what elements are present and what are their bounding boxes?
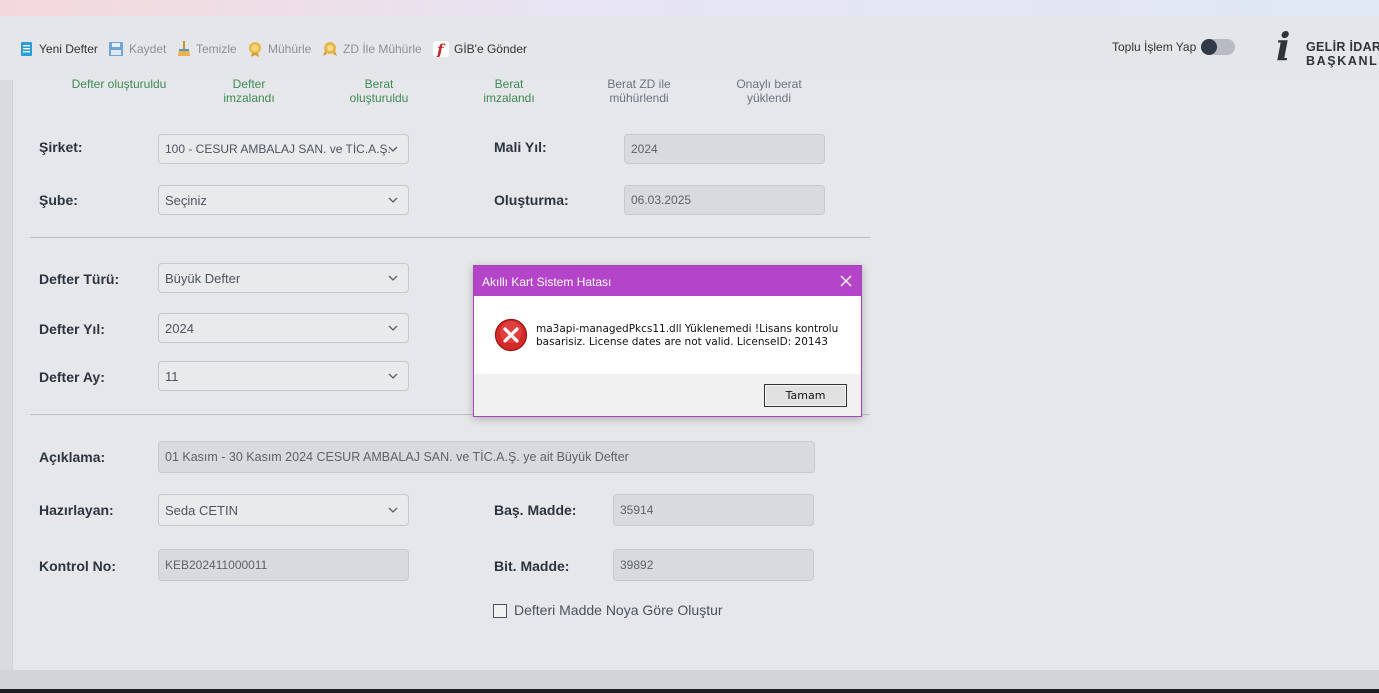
toggle-knob: [1201, 39, 1217, 55]
step-book-created: Defter oluşturuldu: [71, 77, 167, 91]
create-by-item-no-checkbox[interactable]: [493, 604, 507, 618]
toolbar: Yeni Defter Kaydet Temizle Mühürle ZD İl…: [0, 16, 1379, 80]
branch-value: Seçiniz: [165, 192, 207, 208]
book-type-select[interactable]: Büyük Defter: [158, 263, 409, 293]
step-berat-created: Berat oluşturuldu: [349, 77, 409, 105]
step-book-signed: Defter imzalandı: [223, 77, 275, 105]
description-field[interactable]: 01 Kasım - 30 Kasım 2024 CESUR AMBALAJ S…: [158, 441, 815, 473]
save-label: Kaydet: [129, 42, 167, 56]
dialog-title: Akıllı Kart Sistem Hatası: [482, 275, 612, 289]
start-item-value: 35914: [620, 503, 654, 517]
control-no-value: KEB202411000011: [165, 558, 268, 572]
control-no-field[interactable]: KEB202411000011: [158, 549, 409, 581]
new-book-button[interactable]: Yeni Defter: [20, 40, 98, 58]
gib-logo-line2: BAŞKANLI: [1306, 54, 1379, 68]
dialog-message: ma3api-managedPkcs11.dll Yüklenemedi !Li…: [536, 323, 839, 348]
chevron-down-icon: [388, 373, 398, 379]
branch-select[interactable]: Seçiniz: [158, 185, 409, 215]
gib-logo: i GELİR İDARE BAŞKANLI: [1276, 24, 1379, 69]
end-item-value: 39892: [620, 558, 654, 572]
bulk-operation-label: Toplu İşlem Yap: [1112, 40, 1197, 54]
taskbar-edge: [0, 689, 1379, 693]
floppy-icon: [109, 42, 123, 56]
step-berat-signed: Berat imzalandı: [483, 77, 535, 105]
book-month-value: 11: [165, 368, 179, 384]
chevron-down-icon: [388, 275, 398, 281]
prepared-by-label: Hazırlayan:: [39, 502, 114, 518]
dialog-body: ma3api-managedPkcs11.dll Yüklenemedi !Li…: [474, 296, 861, 374]
clear-button[interactable]: Temizle: [177, 40, 237, 58]
end-item-field[interactable]: 39892: [613, 549, 814, 581]
save-button[interactable]: Kaydet: [108, 40, 166, 58]
send-gib-label: GİB'e Gönder: [454, 42, 527, 56]
section-divider: [30, 237, 870, 238]
end-item-label: Bit. Madde:: [494, 558, 570, 574]
medal-icon: [249, 42, 261, 57]
prepared-by-select[interactable]: Seda CETIN: [158, 494, 409, 526]
bulk-operation-toggle[interactable]: [1201, 39, 1235, 55]
zd-seal-button[interactable]: ZD İle Mühürle: [322, 40, 422, 58]
chevron-down-icon: [388, 507, 398, 513]
book-type-label: Defter Türü:: [39, 271, 120, 287]
send-gib-button[interactable]: f GİB'e Gönder: [433, 40, 527, 58]
dialog-footer: Tamam: [474, 374, 861, 416]
book-year-label: Defter Yıl:: [39, 321, 105, 337]
ok-button[interactable]: Tamam: [764, 384, 847, 407]
chevron-down-icon: [388, 197, 398, 203]
notebook-icon: [21, 42, 32, 56]
fiscal-year-field[interactable]: 2024: [624, 134, 825, 164]
dialog-titlebar[interactable]: Akıllı Kart Sistem Hatası: [474, 266, 861, 296]
branch-label: Şube:: [39, 192, 78, 208]
description-value: 01 Kasım - 30 Kasım 2024 CESUR AMBALAJ S…: [165, 450, 629, 464]
fiscal-year-value: 2024: [631, 142, 658, 156]
chevron-down-icon: [388, 325, 398, 331]
company-value: 100 - CESUR AMBALAJ SAN. ve TİC.A.Ş.: [165, 142, 391, 156]
step-approved-uploaded: Onaylı berat yüklendi: [736, 77, 802, 105]
start-item-label: Baş. Madde:: [494, 502, 577, 518]
book-month-label: Defter Ay:: [39, 369, 105, 385]
book-year-select[interactable]: 2024: [158, 313, 409, 343]
created-value: 06.03.2025: [631, 193, 692, 207]
created-field[interactable]: 06.03.2025: [624, 185, 825, 215]
window-top-strip: [0, 0, 1379, 16]
error-icon: [494, 318, 528, 352]
description-label: Açıklama:: [39, 449, 106, 465]
book-month-select[interactable]: 11: [158, 361, 409, 391]
broom-icon: [178, 41, 190, 56]
error-dialog: Akıllı Kart Sistem Hatası ma3api-managed…: [473, 265, 862, 417]
fiscal-year-label: Mali Yıl:: [494, 139, 547, 155]
seal-label: Mühürle: [268, 42, 312, 56]
seal-button[interactable]: Mühürle: [247, 40, 311, 58]
clear-label: Temizle: [196, 42, 237, 56]
zd-seal-label: ZD İle Mühürle: [343, 42, 422, 56]
gib-icon: f: [433, 41, 449, 57]
rosette-icon: [323, 42, 337, 56]
bottom-strip: [0, 670, 1379, 693]
step-berat-zd-sealed: Berat ZD ile mühürlendi: [607, 77, 671, 105]
book-type-value: Büyük Defter: [165, 270, 241, 286]
close-icon[interactable]: [835, 270, 857, 292]
book-year-value: 2024: [165, 320, 194, 336]
company-label: Şirket:: [39, 139, 83, 155]
create-by-item-no-label: Defteri Madde Noya Göre Oluştur: [514, 602, 723, 618]
company-select[interactable]: 100 - CESUR AMBALAJ SAN. ve TİC.A.Ş.: [158, 134, 409, 164]
start-item-field[interactable]: 35914: [613, 494, 814, 526]
gib-logo-line1: GELİR İDARE: [1306, 40, 1379, 54]
prepared-by-value: Seda CETIN: [165, 502, 238, 518]
chevron-down-icon: [388, 146, 398, 152]
created-label: Oluşturma:: [494, 192, 569, 208]
gib-logo-mark: i: [1276, 24, 1291, 69]
new-book-label: Yeni Defter: [39, 42, 98, 56]
control-no-label: Kontrol No:: [39, 558, 116, 574]
